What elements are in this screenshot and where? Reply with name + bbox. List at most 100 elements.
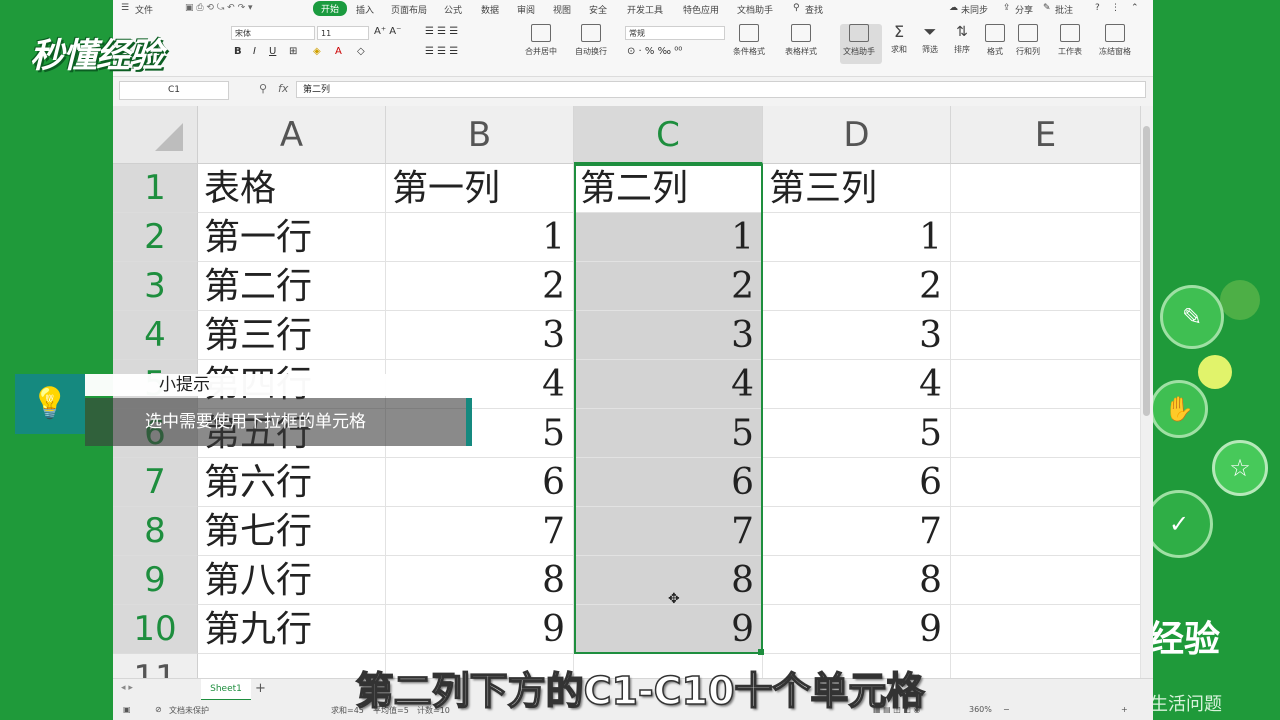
cell[interactable]: 第九行 bbox=[198, 605, 386, 654]
cell[interactable]: 第七行 bbox=[198, 507, 386, 556]
italic-icon[interactable]: I bbox=[253, 46, 256, 57]
share-button[interactable]: 分享 bbox=[1015, 3, 1033, 16]
scrollbar-thumb[interactable] bbox=[1143, 126, 1150, 416]
cell[interactable] bbox=[951, 311, 1141, 360]
cell[interactable]: 表格 bbox=[198, 164, 386, 213]
collapse-icon[interactable]: ⌃ bbox=[1131, 3, 1139, 13]
tab-formula[interactable]: 公式 bbox=[444, 3, 462, 16]
column-header-d[interactable]: D bbox=[763, 106, 951, 164]
column-header-e[interactable]: E bbox=[951, 106, 1141, 164]
clear-format-icon[interactable]: ◇ bbox=[357, 46, 365, 57]
border-icon[interactable]: ⊞ bbox=[289, 46, 297, 57]
selected-cell[interactable]: 4 bbox=[574, 360, 763, 409]
doc-assistant-button[interactable]: 文档助手 bbox=[843, 24, 875, 57]
cell[interactable]: 第六行 bbox=[198, 458, 386, 507]
sync-status[interactable]: 未同步 bbox=[961, 3, 988, 16]
column-header-a[interactable]: A bbox=[198, 106, 386, 164]
font-size-select[interactable]: 11 bbox=[317, 26, 369, 40]
cell[interactable]: 1 bbox=[386, 213, 574, 262]
tab-developer[interactable]: 开发工具 bbox=[627, 3, 663, 16]
sum-button[interactable]: Σ 求和 bbox=[890, 24, 908, 55]
selected-cell[interactable]: 9 bbox=[574, 605, 763, 654]
fill-color-icon[interactable]: ◈ bbox=[313, 46, 321, 57]
cell[interactable]: 6 bbox=[386, 458, 574, 507]
name-box[interactable]: C1 bbox=[119, 81, 229, 100]
merge-center-button[interactable]: 合并居中 bbox=[525, 24, 557, 57]
cell[interactable]: 第一列 bbox=[386, 164, 574, 213]
cell[interactable]: 第一行 bbox=[198, 213, 386, 262]
table-style-button[interactable]: 表格样式 bbox=[785, 24, 817, 57]
column-header-c[interactable]: C bbox=[574, 106, 763, 164]
cell[interactable] bbox=[951, 605, 1141, 654]
cell[interactable] bbox=[951, 458, 1141, 507]
comment-button[interactable]: 批注 bbox=[1055, 3, 1073, 16]
search-menu[interactable]: 查找 bbox=[805, 3, 823, 16]
selected-cell[interactable]: 3 bbox=[574, 311, 763, 360]
worksheet-button[interactable]: 工作表 bbox=[1058, 24, 1082, 57]
active-cell[interactable]: 第二列 bbox=[574, 164, 763, 213]
row-header[interactable]: 9 bbox=[113, 556, 198, 605]
cell[interactable] bbox=[951, 213, 1141, 262]
row-header[interactable]: 2 bbox=[113, 213, 198, 262]
select-all-corner[interactable] bbox=[113, 106, 198, 164]
bold-icon[interactable]: B bbox=[234, 46, 242, 57]
row-header[interactable]: 10 bbox=[113, 605, 198, 654]
font-grow-icon[interactable]: A⁺ A⁻ bbox=[374, 26, 401, 37]
selected-cell[interactable]: 1 bbox=[574, 213, 763, 262]
sort-button[interactable]: ⇅ 排序 bbox=[953, 24, 971, 55]
tab-insert[interactable]: 插入 bbox=[356, 3, 374, 16]
column-header-b[interactable]: B bbox=[386, 106, 574, 164]
cell[interactable] bbox=[951, 360, 1141, 409]
menu-icon[interactable]: ☰ bbox=[121, 3, 129, 13]
align-left-icon[interactable]: ☰ ☰ ☰ bbox=[425, 46, 458, 57]
cell[interactable]: 第三行 bbox=[198, 311, 386, 360]
percent-icon[interactable]: ⊙ · % ‰ ⁰⁰ bbox=[627, 46, 682, 57]
cell[interactable]: 3 bbox=[386, 311, 574, 360]
selected-cell[interactable]: 6 bbox=[574, 458, 763, 507]
zoom-formula-icon[interactable]: ⚲ bbox=[259, 82, 267, 95]
cell[interactable]: 5 bbox=[763, 409, 951, 458]
cell[interactable] bbox=[951, 409, 1141, 458]
conditional-format-button[interactable]: 条件格式 bbox=[733, 24, 765, 57]
filter-button[interactable]: ⏷ 筛选 bbox=[921, 24, 939, 55]
tab-security[interactable]: 安全 bbox=[589, 3, 607, 16]
tab-doc-assistant[interactable]: 文档助手 bbox=[737, 3, 773, 16]
cell[interactable]: 第三列 bbox=[763, 164, 951, 213]
tab-page-layout[interactable]: 页面布局 bbox=[391, 3, 427, 16]
cell[interactable] bbox=[951, 556, 1141, 605]
row-header[interactable]: 1 bbox=[113, 164, 198, 213]
cell[interactable]: 8 bbox=[763, 556, 951, 605]
selected-cell[interactable]: 2 bbox=[574, 262, 763, 311]
underline-icon[interactable]: U bbox=[269, 46, 276, 57]
cell[interactable] bbox=[951, 164, 1141, 213]
cell[interactable]: 7 bbox=[386, 507, 574, 556]
vertical-scrollbar[interactable] bbox=[1141, 106, 1153, 678]
cell[interactable]: 1 bbox=[763, 213, 951, 262]
cell[interactable]: 6 bbox=[763, 458, 951, 507]
fill-handle[interactable] bbox=[758, 649, 764, 655]
cell[interactable]: 8 bbox=[386, 556, 574, 605]
wrap-text-button[interactable]: 自动换行 bbox=[575, 24, 607, 57]
menu-file[interactable]: 文件 bbox=[135, 3, 153, 16]
cell[interactable] bbox=[951, 507, 1141, 556]
search-icon[interactable]: ⚲ bbox=[793, 3, 800, 13]
row-header[interactable]: 4 bbox=[113, 311, 198, 360]
cell[interactable]: 第八行 bbox=[198, 556, 386, 605]
quick-access-icons[interactable]: ▣ ⎙ ⟲ ⤿ ↶ ↷ ▾ bbox=[185, 3, 253, 13]
row-header[interactable]: 7 bbox=[113, 458, 198, 507]
tab-features[interactable]: 特色应用 bbox=[683, 3, 719, 16]
freeze-panes-button[interactable]: 冻结窗格 bbox=[1099, 24, 1131, 57]
tab-data[interactable]: 数据 bbox=[481, 3, 499, 16]
font-color-icon[interactable]: A bbox=[335, 46, 342, 57]
align-top-icon[interactable]: ☰ ☰ ☰ bbox=[425, 26, 458, 37]
cell[interactable] bbox=[951, 262, 1141, 311]
row-header[interactable]: 8 bbox=[113, 507, 198, 556]
tab-view[interactable]: 视图 bbox=[553, 3, 571, 16]
cell[interactable]: 2 bbox=[763, 262, 951, 311]
cell[interactable]: 9 bbox=[386, 605, 574, 654]
cell[interactable]: 2 bbox=[386, 262, 574, 311]
tab-review[interactable]: 审阅 bbox=[517, 3, 535, 16]
format-button[interactable]: 格式 bbox=[985, 24, 1005, 57]
row-header[interactable]: 3 bbox=[113, 262, 198, 311]
formula-input[interactable]: 第二列 bbox=[296, 81, 1146, 98]
